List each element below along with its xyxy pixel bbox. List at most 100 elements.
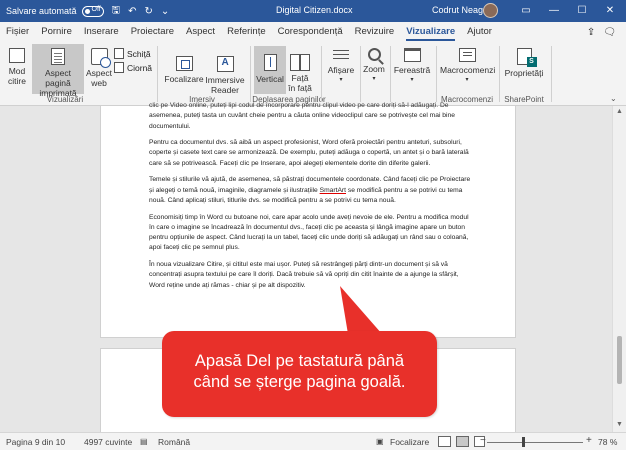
smartart-word: SmartArt: [319, 186, 347, 194]
collapse-ribbon-icon[interactable]: ⌄: [610, 94, 617, 103]
fereastra-button[interactable]: Fereastră ▾: [392, 48, 432, 85]
aspect-pagina-label: Aspect pagină imprimată: [39, 68, 77, 98]
ciorna-button[interactable]: Ciornă: [114, 62, 152, 73]
ciorna-label: Ciornă: [127, 62, 153, 73]
user-name[interactable]: Codrut Neagu: [432, 5, 488, 15]
tab-inserare[interactable]: Inserare: [78, 22, 125, 42]
ribbon-tabs: Fișier Pornire Inserare Proiectare Aspec…: [0, 22, 626, 42]
focalizare-button[interactable]: Focalizare: [162, 56, 206, 84]
aspect-web-button[interactable]: Aspect web: [86, 48, 112, 88]
paragraph-themes: Temele și stilurile vă ajută, de asemene…: [149, 175, 473, 206]
separator: [360, 46, 361, 102]
autosave-label: Salvare automată: [6, 6, 77, 16]
zoom-button[interactable]: Zoom ▾: [362, 48, 386, 84]
autosave-toggle[interactable]: Off: [81, 5, 104, 17]
vertical-scrollbar[interactable]: ▲ ▼: [612, 106, 626, 432]
side-to-side-icon: [290, 54, 310, 71]
language[interactable]: Română: [158, 437, 190, 447]
close-icon[interactable]: ✕: [596, 0, 624, 22]
proprietati-button[interactable]: Proprietăți: [502, 48, 546, 78]
web-layout-icon: [90, 48, 111, 68]
separator: [499, 46, 500, 102]
zoom-percent[interactable]: 78 %: [598, 437, 617, 447]
mod-citire-button[interactable]: Mod citire: [4, 48, 30, 86]
separator: [250, 46, 251, 102]
document-page[interactable]: clic pe Video online, puteți lipi codul …: [100, 102, 516, 338]
read-mode-view-icon[interactable]: [438, 436, 451, 447]
zoom-slider-thumb[interactable]: [522, 437, 526, 447]
partial-line: clic pe Video online, puteți lipi codul …: [149, 102, 449, 109]
macrocomenzi-label: Macrocomenzi: [440, 65, 496, 75]
vertical-icon: [263, 54, 277, 71]
afisare-button[interactable]: Afișare ▾: [326, 48, 356, 85]
focus-icon: [175, 56, 193, 71]
aspect-pagina-button[interactable]: Aspect pagină imprimată: [32, 44, 84, 98]
chevron-down-icon: ▾: [372, 76, 376, 82]
chevron-down-icon: ▾: [339, 77, 343, 83]
focus-mode-label[interactable]: Focalizare: [390, 437, 429, 447]
immersive-reader-label: Immersive Reader: [205, 75, 245, 95]
avatar[interactable]: [483, 3, 498, 18]
afisare-label: Afișare: [327, 65, 355, 75]
tab-aspect[interactable]: Aspect: [180, 22, 221, 42]
page-count[interactable]: Pagina 9 din 10: [6, 437, 65, 447]
paragraph: În noua vizualizare Citire, și cititul e…: [149, 261, 459, 289]
redo-icon[interactable]: ↻: [144, 6, 152, 17]
tab-referinte[interactable]: Referințe: [221, 22, 272, 42]
callout-line-2: când se șterge pagina goală.: [193, 373, 406, 391]
paragraph: Pentru ca documentul dvs. să aibă un asp…: [149, 139, 469, 167]
focus-mode-icon[interactable]: ▣: [376, 437, 384, 446]
sharepoint-properties-icon: [516, 48, 537, 67]
paragraph: Economisiți timp în Word cu butoane noi,…: [149, 213, 469, 252]
ribbon: Mod citire Aspect pagină imprimată Aspec…: [0, 42, 626, 106]
zoom-icon: [367, 48, 381, 61]
schita-button[interactable]: Schiță: [114, 48, 151, 59]
draft-icon: [114, 62, 124, 73]
macrocomenzi-button[interactable]: Macrocomenzi ▾: [440, 48, 496, 85]
document-title: Digital Citizen.docx: [276, 5, 353, 15]
toggle-knob: [84, 8, 90, 14]
separator: [321, 46, 322, 102]
tab-fisier[interactable]: Fișier: [0, 22, 35, 42]
scroll-thumb[interactable]: [617, 336, 622, 384]
separator: [157, 46, 158, 102]
print-layout-view-icon[interactable]: [456, 436, 469, 447]
scroll-down-icon[interactable]: ▼: [613, 421, 626, 428]
separator: [390, 46, 391, 102]
chevron-down-icon: ▾: [465, 77, 469, 83]
instruction-callout: Apasă Del pe tastatură până când se șter…: [162, 331, 437, 417]
chevron-down-icon: ▾: [410, 77, 414, 83]
vertical-button[interactable]: Vertical: [254, 46, 286, 94]
proofing-icon[interactable]: ▤: [140, 437, 148, 446]
maximize-icon[interactable]: ☐: [568, 0, 596, 22]
undo-icon[interactable]: ↶: [128, 6, 136, 17]
tab-ajutor[interactable]: Ajutor: [461, 22, 498, 42]
aspect-web-label: Aspect web: [86, 68, 112, 88]
proprietati-label: Proprietăți: [504, 68, 544, 78]
tab-revizuire[interactable]: Revizuire: [349, 22, 401, 42]
comments-icon[interactable]: 🗨: [603, 27, 616, 38]
status-bar: Pagina 9 din 10 4997 cuvinte ▤ Română ▣ …: [0, 432, 626, 450]
zoom-out-icon[interactable]: −: [480, 435, 486, 446]
fata-in-fata-button[interactable]: Față în față: [288, 54, 312, 93]
page-text[interactable]: clic pe Video online, puteți lipi codul …: [149, 102, 473, 297]
word-count[interactable]: 4997 cuvinte: [84, 437, 132, 447]
scroll-up-icon[interactable]: ▲: [613, 108, 626, 115]
zoom-in-icon[interactable]: +: [586, 435, 592, 446]
callout-line-1: Apasă Del pe tastatură până: [194, 352, 405, 370]
customize-toolbar-icon[interactable]: ⌄: [161, 6, 169, 17]
group-label-vizualizari: Vizualizări: [46, 95, 84, 104]
macro-icon: [458, 48, 476, 62]
tab-pornire[interactable]: Pornire: [35, 22, 78, 42]
immersive-reader-button[interactable]: Immersive Reader: [204, 56, 246, 95]
tab-corespondenta[interactable]: Corespondență: [272, 22, 349, 42]
tab-vizualizare[interactable]: Vizualizare: [400, 22, 461, 42]
focalizare-label: Focalizare: [164, 74, 204, 84]
separator: [551, 46, 552, 102]
share-icon[interactable]: ⇪: [587, 27, 595, 38]
zoom-slider[interactable]: [487, 442, 583, 443]
tab-proiectare[interactable]: Proiectare: [125, 22, 180, 42]
ribbon-display-icon[interactable]: ▭: [512, 0, 540, 22]
minimize-icon[interactable]: —: [540, 0, 568, 22]
save-icon[interactable]: 🖫: [112, 3, 121, 20]
